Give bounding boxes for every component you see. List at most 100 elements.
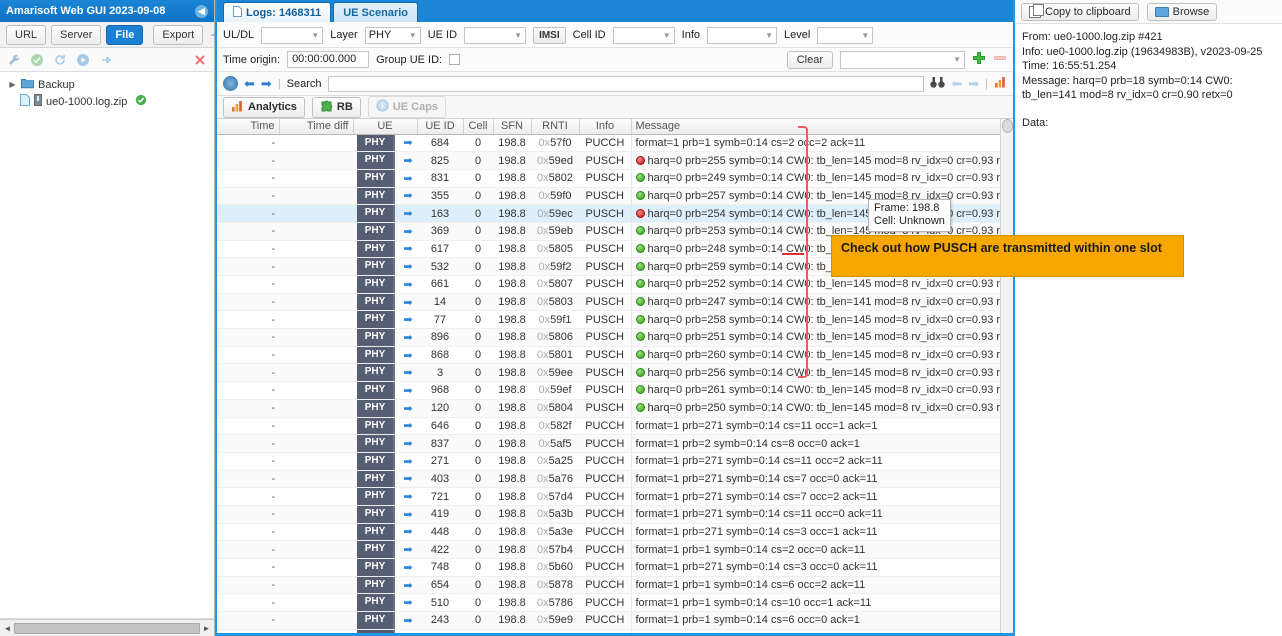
col-message[interactable]: Message [631, 119, 1013, 135]
col-cell[interactable]: Cell [463, 119, 494, 135]
col-ue-id[interactable]: UE ID [417, 119, 464, 135]
cell-direction: ➡ [399, 169, 417, 188]
rb-button[interactable]: RB [311, 96, 361, 118]
table-row[interactable]: - PHY ➡ 510 0 198.8 0x5786 PUCCH format=1 prb=1 … [217, 593, 1013, 613]
analytics-button[interactable]: Analytics [223, 96, 305, 118]
info-select[interactable]: ▼ [707, 26, 777, 44]
search-input[interactable] [327, 75, 925, 92]
copy-to-clipboard-button[interactable]: Copy to clipboard [1021, 2, 1139, 21]
cell-rnti: 0x59ef [531, 381, 579, 400]
table-row[interactable]: - PHY ➡ 968 0 198.8 0x59ef PUSCH harq=0 prb=261 … [217, 381, 1013, 400]
cell-ue: PHY [353, 576, 399, 595]
cell-direction: ➡ [399, 204, 417, 223]
table-row[interactable]: - PHY ➡ 896 0 198.8 0x5806 PUSCH harq=0 prb=251 … [217, 328, 1013, 347]
col-rnti[interactable]: RNTI [531, 119, 580, 135]
cell-message: format=1 prb=271 symb=0:14 cs=3 occ=0 ac… [630, 558, 1013, 577]
tab-url[interactable]: URL [6, 24, 47, 45]
cell-direction: ➡ [399, 452, 417, 471]
table-row[interactable]: - PHY ➡ 831 0 198.8 0x5802 PUSCH harq=0 prb=249 … [217, 169, 1013, 188]
table-row[interactable]: - PHY ➡ 271 0 198.8 0x5a25 PUCCH format=1 prb=27… [217, 452, 1013, 471]
search-label: Search [286, 77, 322, 90]
col-ue[interactable]: UE [353, 119, 418, 135]
chevron-right-icon[interactable]: ▶ [8, 80, 17, 89]
table-row[interactable]: - PHY ➡ 77 0 198.8 0x59f1 PUSCH harq=0 prb=258 s… [217, 310, 1013, 330]
wrench-icon[interactable] [7, 53, 21, 67]
table-row[interactable]: - PHY ➡ 748 0 198.8 0x5b60 PUCCH format=1 prb=27… [217, 558, 1013, 577]
table-row[interactable]: - PHY ➡ 448 0 198.8 0x5a3e PUCCH format=1 prb=27… [217, 523, 1013, 542]
tab-ue-scenario[interactable]: UE Scenario [333, 2, 419, 22]
table-row[interactable]: - PHY ➡ 403 0 198.8 0x5a76 PUCCH format=1 prb=27… [217, 470, 1013, 489]
status-ok-icon [635, 332, 645, 342]
table-row[interactable]: - PHY ➡ 684 0 198.8 0x57f0 PUCCH format=1 prb=1 … [217, 134, 1013, 153]
arrow-right-icon[interactable]: ➡ [261, 77, 272, 90]
col-time[interactable]: Time [217, 119, 280, 135]
browse-button[interactable]: Browse [1146, 2, 1218, 21]
table-row[interactable]: - PHY ➡ 646 0 198.8 0x582f PUCCH format=1 prb=27… [217, 417, 1013, 436]
clear-button[interactable]: Clear [786, 50, 833, 69]
scrollbar-thumb[interactable] [14, 622, 200, 634]
cell-cell: 0 [463, 169, 493, 188]
check-circle-icon[interactable] [30, 53, 44, 67]
ue-caps-button[interactable]: UE Caps [367, 96, 447, 118]
scroll-left-icon[interactable]: ◄ [1, 624, 14, 633]
tab-logs[interactable]: Logs: 1468311 [223, 2, 332, 22]
cell-message: format=1 prb=2 symb=0:14 cs=8 occ=0 ack=… [630, 434, 1013, 453]
play-circle-icon[interactable] [76, 53, 90, 67]
col-time-diff[interactable]: Time diff [279, 119, 354, 135]
cell-time-diff [279, 470, 353, 489]
export-button[interactable]: Export [153, 24, 204, 45]
copy-label: Copy to clipboard [1045, 5, 1131, 18]
plug-icon[interactable] [99, 53, 113, 67]
scrollbar-thumb[interactable] [1002, 119, 1013, 133]
minus-icon[interactable] [993, 51, 1007, 68]
cellid-select[interactable]: ▼ [612, 26, 675, 44]
delete-x-icon[interactable] [193, 53, 207, 67]
col-sfn[interactable]: SFN [493, 119, 532, 135]
tab-server[interactable]: Server [51, 24, 102, 45]
cell-message: format=1 prb=1 symb=0:14 cs=2 occ=0 ack=… [630, 540, 1013, 559]
table-row[interactable]: - PHY ➡ 661 0 198.8 0x5807 PUSCH harq=0 prb=252 … [217, 275, 1013, 294]
binoculars-icon[interactable] [930, 76, 946, 92]
table-row[interactable]: - PHY ➡ 3 0 198.8 0x59ee PUSCH harq=0 prb=256 sy… [217, 363, 1013, 383]
tree-item-log-file[interactable]: ue0-1000.log.zip [0, 93, 214, 110]
cell-message: format=1 prb=271 symb=0:14 cs=7 occ=0 ac… [630, 470, 1013, 489]
time-origin-input[interactable]: 00:00:00.000 [287, 51, 370, 68]
table-row[interactable]: - PHY ➡ 721 0 198.8 0x57d4 PUCCH format=1 prb=27… [217, 487, 1013, 506]
uldl-select[interactable]: ▼ [261, 26, 324, 44]
table-row[interactable]: - PHY ➡ 243 0 198.8 0x59e9 PUCCH format=1 prb=1 … [217, 611, 1013, 630]
table-row[interactable]: - PHY ➡ 825 0 198.8 0x59ed PUSCH harq=0 prb=255 … [217, 151, 1013, 170]
preset-select[interactable]: ▼ [840, 50, 965, 69]
level-select[interactable]: ▼ [817, 26, 874, 44]
chevron-left-icon[interactable]: ◀ [195, 4, 208, 18]
clock-icon[interactable] [223, 76, 238, 91]
table-row[interactable]: - PHY ➡ 837 0 198.8 0x5af5 PUCCH format=1 prb=2 … [217, 434, 1013, 453]
table-row[interactable]: - PHY ➡ 419 0 198.8 0x5a3b PUCCH format=1 prb=27… [217, 505, 1013, 524]
cell-direction: ➡ [399, 593, 417, 613]
table-row[interactable]: - PHY ➡ 654 0 198.8 0x5878 PUCCH format=1 prb=1 … [217, 576, 1013, 595]
plus-icon[interactable] [972, 51, 986, 68]
log-vertical-scrollbar[interactable] [1000, 119, 1013, 636]
layer-select[interactable]: PHY ▼ [364, 26, 421, 44]
scroll-right-icon[interactable]: ► [200, 624, 213, 633]
col-info[interactable]: Info [579, 119, 632, 135]
table-row[interactable]: - PHY ➡ 422 0 198.8 0x57b4 PUCCH format=1 prb=1 … [217, 540, 1013, 559]
tree-item-backup[interactable]: ▶ Backup [0, 76, 214, 93]
cell-message: harq=0 prb=255 symb=0:14 CW0: tb_len=145… [630, 151, 1013, 170]
prev-match-icon[interactable]: ⬅ [951, 77, 962, 90]
chevron-down-icon: ▼ [765, 30, 773, 40]
table-row[interactable]: - PHY ➡ 868 0 198.8 0x5801 PUSCH harq=0 prb=260 … [217, 346, 1013, 365]
cell-time-diff [279, 257, 353, 276]
ue-layer-badge: PHY [357, 205, 395, 222]
next-match-icon[interactable]: ➡ [968, 77, 979, 90]
tab-file[interactable]: File [106, 24, 144, 45]
group-ueid-checkbox[interactable] [449, 54, 461, 65]
arrow-left-icon[interactable]: ⬅ [244, 77, 255, 90]
ueid-select[interactable]: ▼ [464, 26, 527, 44]
sidebar-horizontal-scrollbar[interactable]: ◄ ► [0, 619, 214, 636]
cell-ue: PHY [353, 169, 399, 188]
refresh-icon[interactable] [53, 53, 67, 67]
table-row[interactable]: - PHY ➡ 14 0 198.8 0x5803 PUSCH harq=0 prb=247 s… [217, 293, 1013, 312]
cell-cell: 0 [463, 275, 493, 294]
imsi-button[interactable]: IMSI [533, 26, 566, 44]
table-row[interactable]: - PHY ➡ 120 0 198.8 0x5804 PUSCH harq=0 prb=250 … [217, 399, 1013, 418]
